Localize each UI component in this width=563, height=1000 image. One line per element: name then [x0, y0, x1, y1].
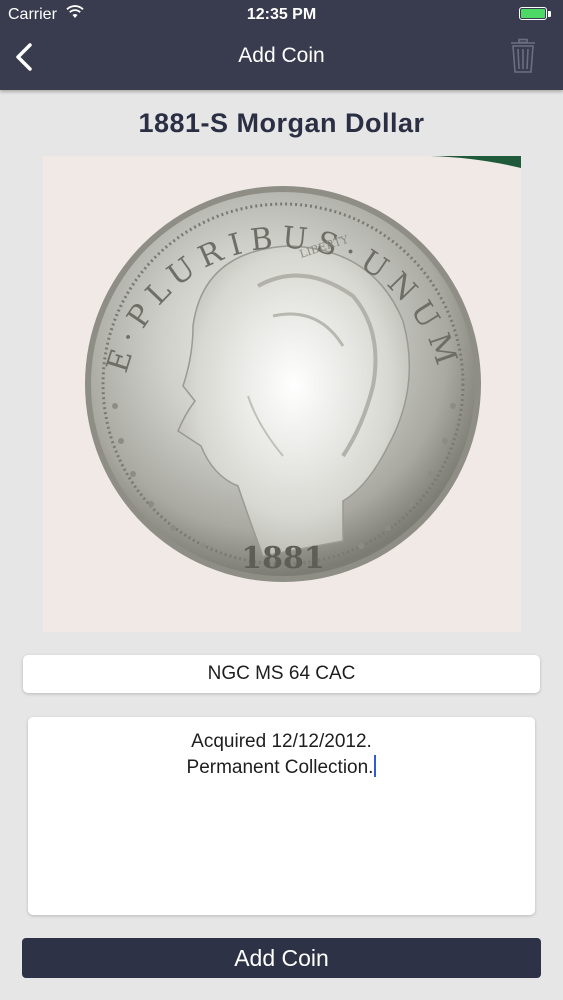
notes-line-2: Permanent Collection. [28, 755, 535, 781]
delete-button[interactable] [509, 38, 537, 74]
notes-textarea[interactable]: Acquired 12/12/2012. Permanent Collectio… [28, 717, 535, 915]
status-time: 12:35 PM [246, 6, 317, 23]
add-coin-button[interactable]: Add Coin [22, 938, 541, 978]
coin-image: E·PLURIBUS·UNUM LIBERTY 1881 [43, 156, 521, 632]
battery-tip [548, 11, 551, 17]
battery-level [521, 9, 545, 18]
status-bar: Carrier 12:35 PM [0, 0, 563, 30]
coin-title: 1881-S Morgan Dollar [138, 108, 425, 138]
coin-photo: E·PLURIBUS·UNUM LIBERTY 1881 [85, 156, 521, 582]
grade-field[interactable]: NGC MS 64 CAC [23, 655, 540, 693]
trash-icon [511, 38, 535, 73]
battery-icon [519, 7, 547, 20]
notes-line-1: Acquired 12/12/2012. [191, 731, 372, 752]
notes-line-2-text: Permanent Collection. [186, 757, 374, 778]
coin-date: 1881 [241, 541, 325, 576]
navigation-bar: Carrier 12:35 PM Add Coin [0, 0, 563, 90]
text-cursor [374, 755, 377, 777]
nav-title: Add Coin [238, 44, 325, 67]
